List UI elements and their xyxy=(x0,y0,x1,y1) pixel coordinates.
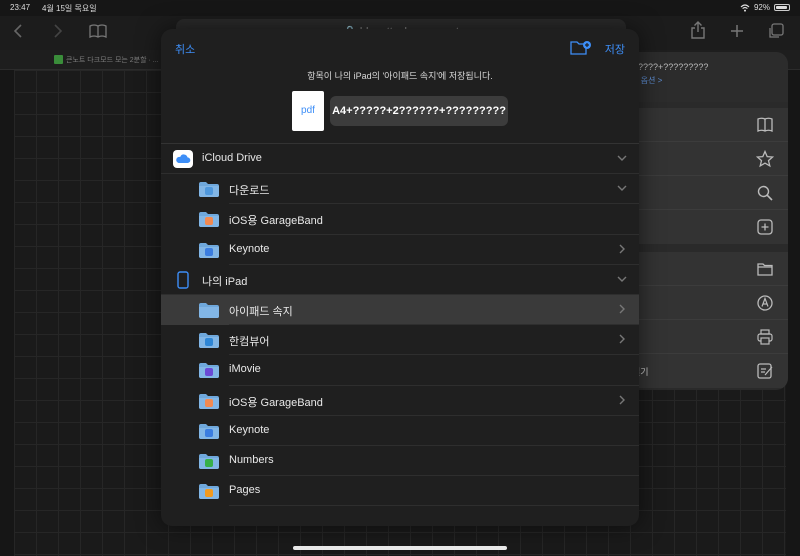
location-label: Keynote xyxy=(229,242,270,255)
app-badge-icon xyxy=(205,489,213,498)
star-icon xyxy=(756,150,774,168)
search-icon xyxy=(757,185,773,201)
status-right: 92% xyxy=(740,3,790,12)
share-icon[interactable] xyxy=(690,21,706,39)
app-badge-icon xyxy=(205,338,213,347)
location-row[interactable]: 한컴뷰어 xyxy=(161,325,639,356)
ipad-icon xyxy=(173,271,193,289)
location-label: 다운로드 xyxy=(229,185,270,198)
location-row[interactable]: Numbers xyxy=(161,446,639,477)
folder-outline-icon xyxy=(757,263,773,276)
location-label: 한컴뷰어 xyxy=(229,336,270,349)
share-row-add[interactable] xyxy=(622,210,788,244)
folder-icon xyxy=(199,302,219,318)
app-badge-icon xyxy=(205,187,213,196)
share-row-find[interactable] xyxy=(622,176,788,210)
imovie-folder-icon xyxy=(199,363,219,379)
notes-icon xyxy=(757,363,773,379)
share-row-files[interactable] xyxy=(622,252,788,286)
share-row-favorite[interactable] xyxy=(622,142,788,176)
row-separator xyxy=(229,505,639,507)
downloads-folder-icon xyxy=(199,182,219,198)
numbers-folder-icon xyxy=(199,453,219,469)
new-tab-icon[interactable] xyxy=(730,24,744,38)
location-label: Keynote xyxy=(229,423,270,436)
location-row[interactable]: iMovie xyxy=(161,355,639,386)
share-row-last[interactable]: 결기 xyxy=(622,354,788,388)
location-label: iMovie xyxy=(229,363,261,376)
new-folder-icon[interactable] xyxy=(570,40,592,56)
keynote-folder-icon xyxy=(199,423,219,439)
pdf-thumbnail: pdf xyxy=(292,91,324,131)
location-label: Pages xyxy=(229,484,261,497)
cancel-button[interactable]: 취소 xyxy=(175,41,195,57)
chevron-right-icon[interactable] xyxy=(617,395,627,405)
chevron-down-icon[interactable] xyxy=(617,274,627,284)
tab-favicon xyxy=(54,55,63,64)
tab-title[interactable]: 큰노트 다크모드 모는 2분할 · ... xyxy=(66,55,159,65)
location-row[interactable]: Keynote xyxy=(161,235,639,265)
back-icon[interactable] xyxy=(12,24,24,38)
printer-icon xyxy=(757,329,773,345)
app-badge-icon xyxy=(205,368,213,377)
share-row-markup[interactable] xyxy=(622,286,788,320)
status-bar: 23:47 4월 15일 목요일 92% xyxy=(0,0,800,16)
location-label: iOS용 GarageBand xyxy=(229,396,323,409)
share-section-1 xyxy=(622,108,788,244)
add-square-icon xyxy=(757,219,773,235)
wifi-icon xyxy=(740,3,750,12)
app-badge-icon xyxy=(205,458,213,467)
app-badge-icon xyxy=(205,428,213,437)
location-label: 나의 iPad xyxy=(202,275,248,288)
location-label: Numbers xyxy=(229,453,274,466)
location-label: 아이패드 속지 xyxy=(229,305,293,318)
tabs-overview-icon[interactable] xyxy=(768,23,784,39)
ipad-screen: 23:47 4월 15일 목요일 92% 🔒 blogattach.naver.… xyxy=(0,0,800,556)
location-row[interactable]: iOS용 GarageBand xyxy=(161,386,639,416)
bookmarks-icon[interactable] xyxy=(89,24,107,38)
app-badge-icon xyxy=(205,217,213,226)
pages-folder-icon xyxy=(199,484,219,500)
chevron-down-icon[interactable] xyxy=(617,153,627,163)
chevron-right-icon[interactable] xyxy=(617,244,627,254)
location-row[interactable]: 아이패드 속지 xyxy=(161,294,639,326)
markup-icon xyxy=(757,295,773,311)
icloud-icon xyxy=(173,150,193,168)
location-label: iOS용 GarageBand xyxy=(229,215,323,228)
chevron-down-icon[interactable] xyxy=(617,183,627,193)
hancom-folder-icon xyxy=(199,333,219,349)
location-row[interactable]: Pages xyxy=(161,476,639,507)
battery-icon xyxy=(774,4,790,11)
book-icon xyxy=(757,117,773,132)
location-list: iCloud Drive 다운로드 iOS용 GarageBand Keynote 나의… xyxy=(161,144,639,507)
status-time: 23:47 xyxy=(10,3,31,12)
home-indicator[interactable] xyxy=(293,546,507,550)
status-date: 4월 15일 목요일 xyxy=(42,4,97,13)
app-badge-icon xyxy=(205,398,213,407)
share-row-reading-list[interactable] xyxy=(622,108,788,142)
location-row[interactable]: 나의 iPad xyxy=(161,265,639,295)
garageband-folder-icon xyxy=(199,393,219,409)
keynote-folder-icon xyxy=(199,242,219,258)
location-row[interactable]: 다운로드 xyxy=(161,174,639,205)
forward-icon[interactable] xyxy=(52,24,64,38)
share-sheet-title: ????+????????? xyxy=(638,62,709,72)
share-sheet-header: ????+????????? 3 옵션 > xyxy=(622,52,788,102)
chevron-right-icon[interactable] xyxy=(617,334,627,344)
share-sheet: ????+????????? 3 옵션 > 결기 xyxy=(622,52,788,390)
file-name-field[interactable]: A4+?????+2??????+????????? xyxy=(330,96,508,126)
location-row[interactable]: iCloud Drive xyxy=(161,144,639,175)
chevron-right-icon[interactable] xyxy=(617,304,627,314)
location-row[interactable]: iOS용 GarageBand xyxy=(161,204,639,235)
garageband-folder-icon xyxy=(199,212,219,228)
location-row[interactable]: Keynote xyxy=(161,416,639,446)
share-row-print[interactable] xyxy=(622,320,788,354)
share-section-2: 결기 xyxy=(622,252,788,388)
save-to-files-dialog: 취소 저장 항목이 나의 iPad의 '아이패드 속지'에 저장됩니다. pdf… xyxy=(161,29,639,526)
save-button[interactable]: 저장 xyxy=(605,41,625,57)
location-label: iCloud Drive xyxy=(202,152,262,164)
save-destination-message: 항목이 나의 iPad의 '아이패드 속지'에 저장됩니다. xyxy=(307,71,493,81)
battery-percent: 92% xyxy=(753,3,770,12)
app-badge-icon xyxy=(205,247,213,256)
